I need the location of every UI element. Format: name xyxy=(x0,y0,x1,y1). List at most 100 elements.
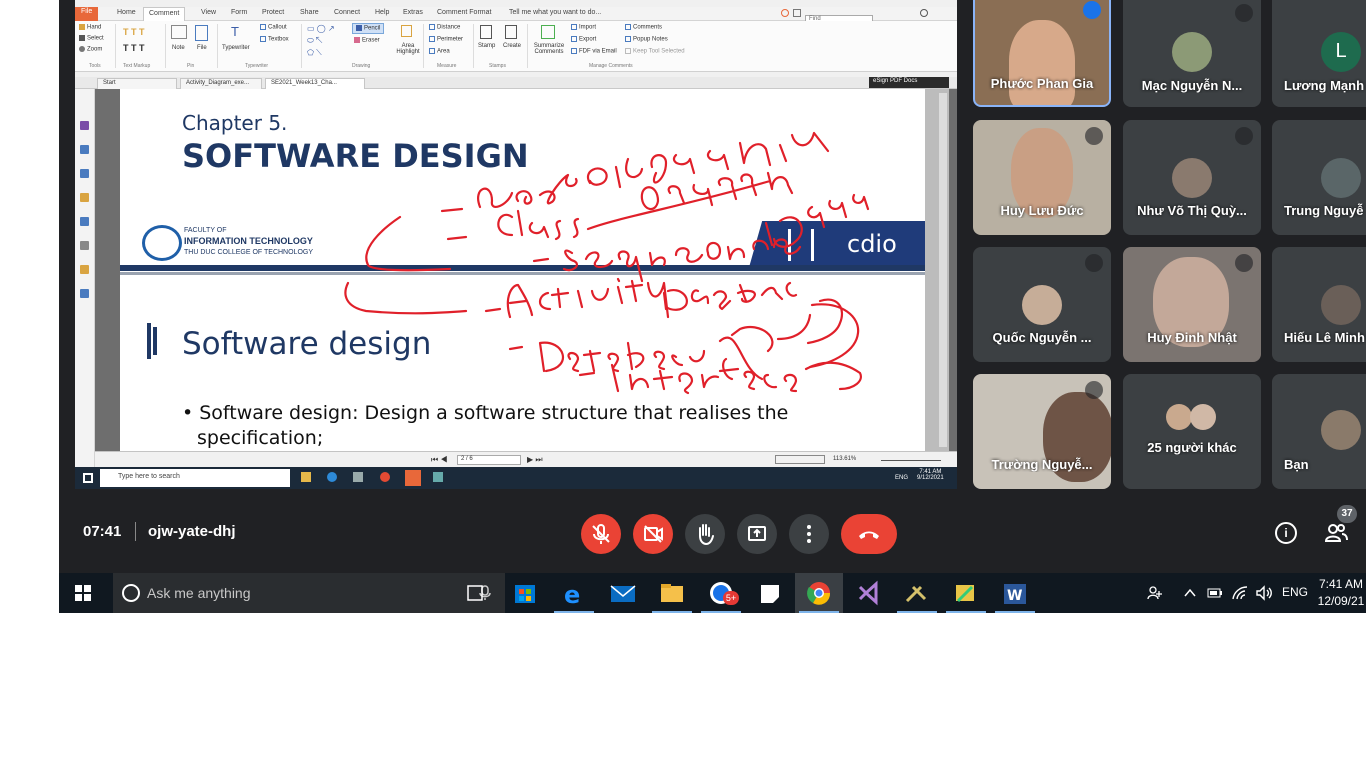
people-tray-icon[interactable] xyxy=(1147,585,1163,601)
participant-tile-others[interactable]: 25 người khác xyxy=(1123,374,1261,489)
pencil-button[interactable]: Pencil xyxy=(352,23,385,34)
tab-protect[interactable]: Protect xyxy=(262,9,284,16)
meeting-info-icon[interactable]: i xyxy=(1275,522,1297,544)
taskbar-sticky-notes[interactable] xyxy=(746,573,794,613)
volume-icon[interactable] xyxy=(1255,585,1273,601)
start-icon[interactable] xyxy=(83,473,93,483)
view-mode-icon[interactable] xyxy=(775,455,825,464)
popup-notes-button[interactable]: Popup Notes xyxy=(625,36,668,43)
stamp-button[interactable]: Stamp xyxy=(478,43,495,49)
participant-tile[interactable]: Như Võ Thị Quỳ... xyxy=(1123,120,1261,235)
comments-panel-icon[interactable] xyxy=(80,193,89,202)
hand-tool[interactable]: Hand xyxy=(79,24,101,31)
taskbar-edge[interactable]: e xyxy=(550,573,598,613)
taskbar-zalo[interactable]: 5+ xyxy=(697,573,745,613)
taskbar-visual-studio[interactable] xyxy=(844,573,892,613)
mic-toggle-button[interactable] xyxy=(581,514,621,554)
participant-tile[interactable]: Hiếu Lê Minh xyxy=(1272,247,1366,362)
participant-tile[interactable]: Mạc Nguyễn N... xyxy=(1123,0,1261,107)
export-button[interactable]: Export xyxy=(571,36,596,43)
doc-tab-activity-diagram[interactable]: Activity_Diagram_exe... xyxy=(180,78,262,89)
fdf-email-button[interactable]: FDF via Email xyxy=(571,48,617,55)
tell-me-box[interactable]: Tell me what you want to do... xyxy=(509,9,601,16)
windows-start-icon[interactable] xyxy=(75,585,91,601)
typewriter-icon[interactable]: T xyxy=(231,24,239,39)
zoom-tool[interactable]: Zoom xyxy=(79,46,102,53)
participant-tile[interactable]: Huy Đinh Nhật xyxy=(1123,247,1261,362)
underline-text-icon[interactable]: T T T xyxy=(123,43,145,53)
shape-tools-icon[interactable]: ▭ ◯ ↗ xyxy=(307,24,335,33)
distance-button[interactable]: Distance xyxy=(429,24,460,31)
summarize-comments-button[interactable]: Summarize Comments xyxy=(532,43,566,55)
comments-button[interactable]: Comments xyxy=(625,24,662,31)
create-button[interactable]: Create xyxy=(503,43,521,49)
create-stamp-icon[interactable] xyxy=(505,25,517,39)
tab-comment[interactable]: Comment xyxy=(143,7,186,22)
attachment-icon[interactable] xyxy=(80,217,89,226)
battery-icon[interactable] xyxy=(1207,586,1223,600)
signature-icon[interactable] xyxy=(80,289,89,298)
highlight-text-icon[interactable]: T T T xyxy=(123,27,145,37)
taskbar-tools-2[interactable] xyxy=(942,573,990,613)
area-highlight-icon[interactable] xyxy=(401,25,412,37)
file-button[interactable]: File xyxy=(197,45,207,51)
cortana-search-box[interactable]: Ask me anything xyxy=(113,573,505,613)
input-language[interactable]: ENG xyxy=(1282,585,1308,599)
note-icon[interactable] xyxy=(171,25,187,39)
fields-icon[interactable] xyxy=(80,241,89,250)
pages-icon[interactable] xyxy=(80,145,89,154)
people-icon[interactable] xyxy=(1323,520,1349,546)
box-icon[interactable] xyxy=(793,9,801,17)
participant-tile[interactable]: Huy Lưu Đức xyxy=(973,120,1111,235)
task-view-button[interactable] xyxy=(451,573,499,613)
stamp-icon[interactable] xyxy=(480,25,492,39)
system-clock[interactable]: 7:41 AM 12/09/21 xyxy=(1316,576,1366,610)
nav-next-last-icon[interactable]: ▶ ⏭ xyxy=(527,455,543,465)
doc-tab-start[interactable]: Start xyxy=(97,78,177,89)
taskbar-explorer[interactable] xyxy=(648,573,696,613)
pdf-page[interactable]: Chapter 5. SOFTWARE DESIGN FACULTY OF IN… xyxy=(120,89,925,451)
polygon-tools-icon[interactable]: ⬭ ↖ xyxy=(307,36,322,46)
participant-tile[interactable]: Phước Phan Gia xyxy=(973,0,1111,107)
pdf-vertical-scrollbar[interactable] xyxy=(925,89,949,451)
alert-icon[interactable] xyxy=(781,9,789,17)
participant-tile[interactable]: Quốc Nguyễn ... xyxy=(973,247,1111,362)
esign-button[interactable]: eSign PDF Docs xyxy=(869,77,949,88)
layers-icon[interactable] xyxy=(80,169,89,178)
file-attach-icon[interactable] xyxy=(195,25,208,41)
page-number-input[interactable]: 2 / 6 xyxy=(457,455,521,465)
nav-first-prev-icon[interactable]: ⏮ ◀ xyxy=(431,455,448,465)
photos-icon[interactable] xyxy=(433,472,443,482)
note-button[interactable]: Note xyxy=(172,45,185,51)
participant-tile[interactable]: Trường Nguyễ... xyxy=(973,374,1111,489)
typewriter-button[interactable]: Typewriter xyxy=(222,45,250,51)
participant-tile[interactable]: Trung Nguyễ xyxy=(1272,120,1366,235)
tab-help[interactable]: Help xyxy=(375,9,389,16)
cloud-tools-icon[interactable]: ⬠ ⟍ xyxy=(307,48,322,58)
camera-toggle-button[interactable] xyxy=(633,514,673,554)
help-icon[interactable] xyxy=(920,9,928,17)
area-button[interactable]: Area xyxy=(429,48,450,55)
present-button[interactable] xyxy=(737,514,777,554)
leave-call-button[interactable] xyxy=(841,514,897,554)
tab-view[interactable]: View xyxy=(201,9,216,16)
taskbar-mail[interactable] xyxy=(599,573,647,613)
tab-comment-format[interactable]: Comment Format xyxy=(437,9,491,16)
import-button[interactable]: Import xyxy=(571,24,596,31)
tab-share[interactable]: Share xyxy=(300,9,319,16)
explorer-icon[interactable] xyxy=(301,472,311,482)
taskbar-tools[interactable] xyxy=(893,573,941,613)
participant-tile-self[interactable]: Bạn xyxy=(1272,374,1366,489)
eraser-button[interactable]: Eraser xyxy=(354,37,380,44)
keep-tool-selected-button[interactable]: Keep Tool Selected xyxy=(625,48,685,55)
chevron-up-icon[interactable] xyxy=(1184,587,1196,599)
scrollbar-thumb[interactable] xyxy=(939,93,947,447)
zoom-level[interactable]: 113.61% xyxy=(833,456,856,462)
tab-home[interactable]: Home xyxy=(117,9,136,16)
more-options-button[interactable] xyxy=(789,514,829,554)
select-tool[interactable]: Select xyxy=(79,35,104,42)
doc-tab-se2021-week13[interactable]: SE2021_Week13_Cha... xyxy=(265,78,365,89)
taskbar-chrome[interactable] xyxy=(795,573,843,613)
bookmark-icon[interactable] xyxy=(80,121,89,130)
area-highlight-button[interactable]: Area Highlight xyxy=(395,43,421,55)
